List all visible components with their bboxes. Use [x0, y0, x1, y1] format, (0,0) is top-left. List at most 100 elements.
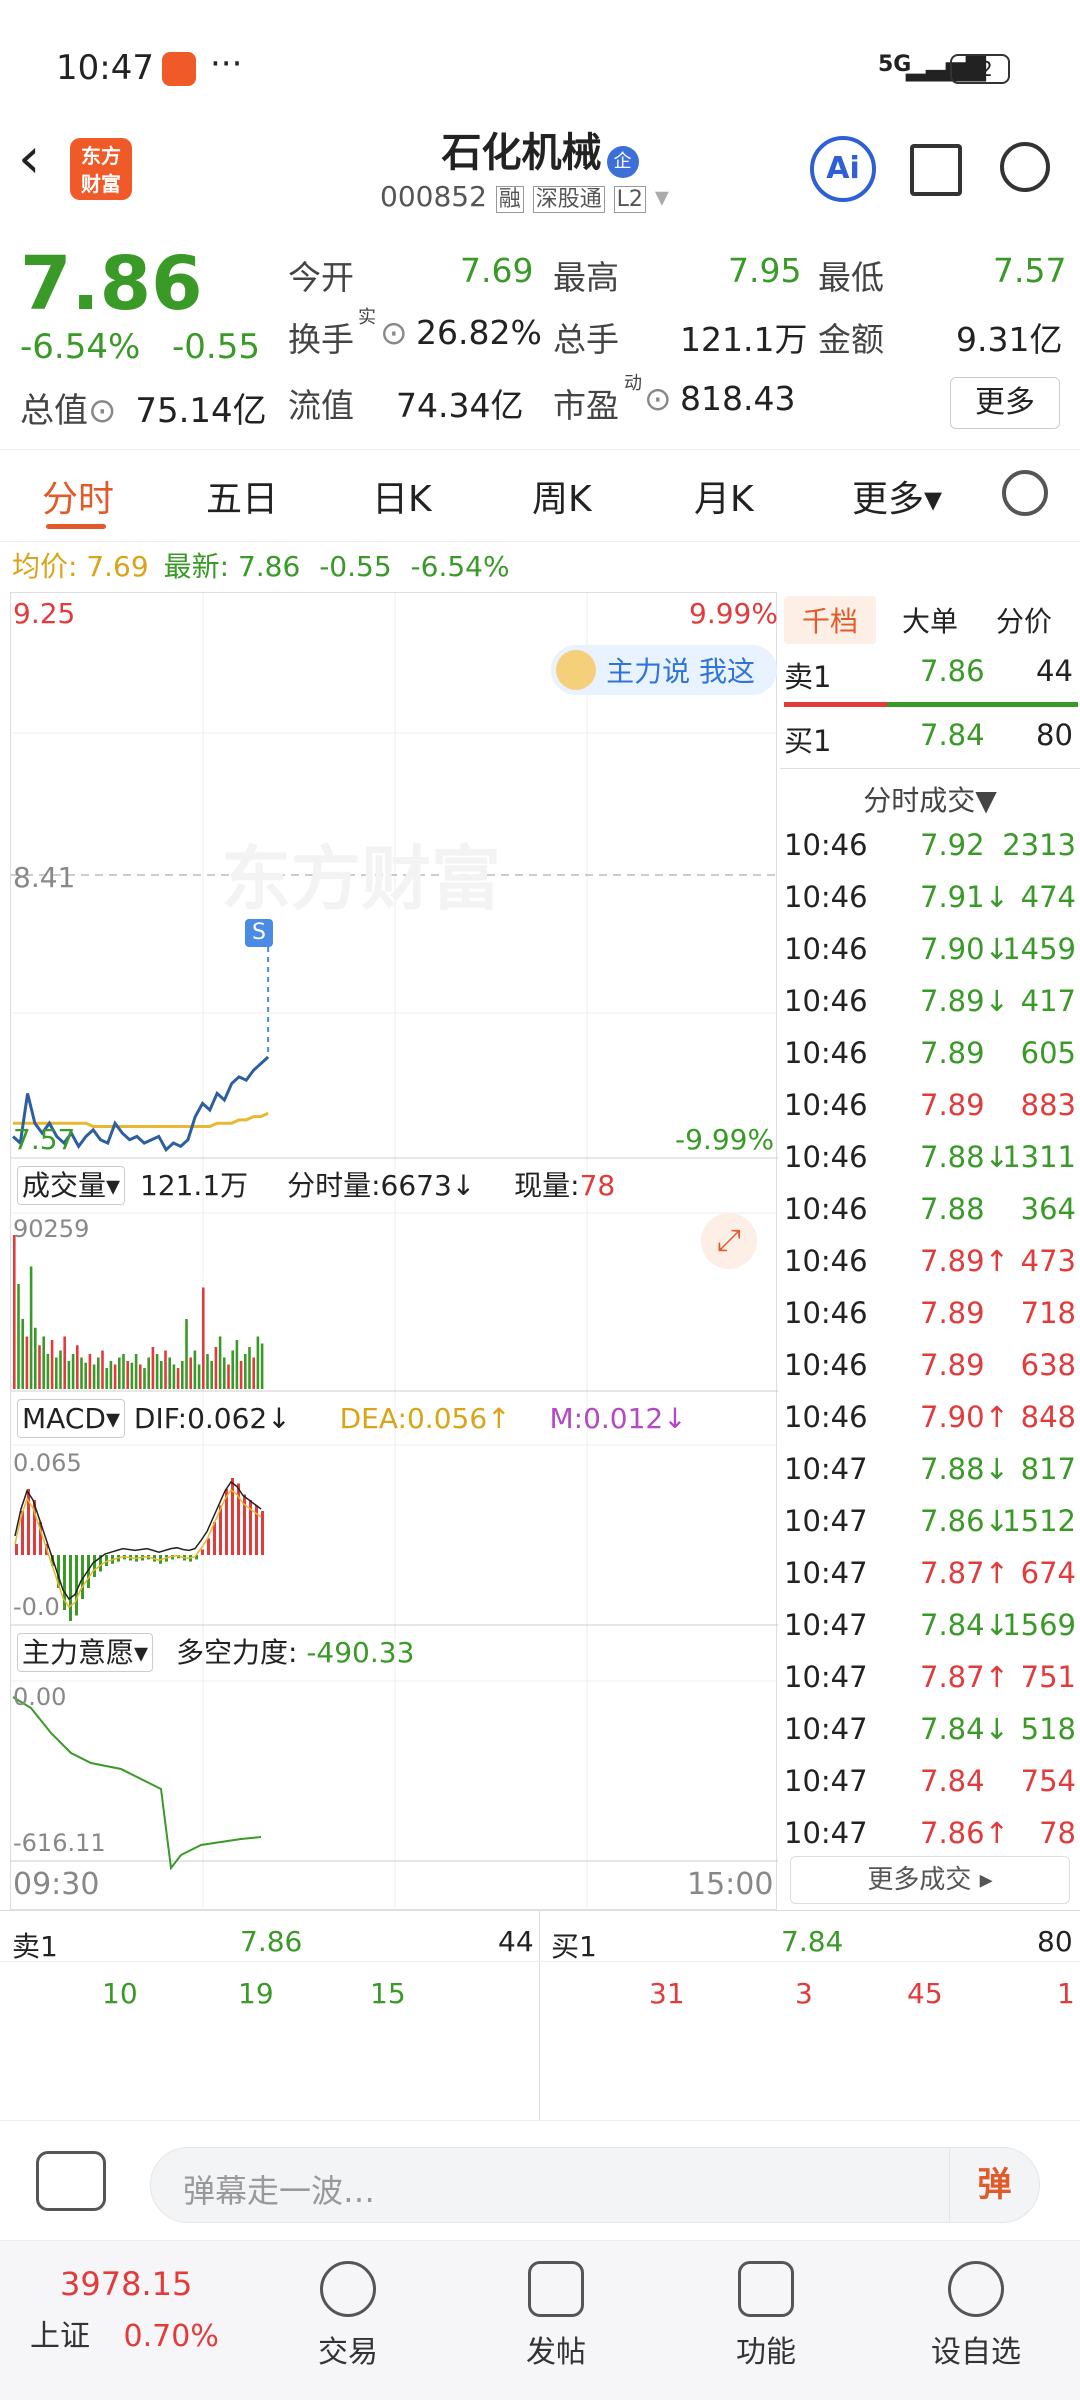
- dock-buy-order: 45: [907, 1977, 943, 2010]
- fs-value: 6673↓: [380, 1169, 476, 1202]
- tick-time: 10:47: [784, 1452, 868, 1486]
- company-badge: 企: [606, 145, 639, 178]
- notes-icon[interactable]: [36, 2151, 106, 2211]
- tab-five-day[interactable]: 五日: [206, 470, 278, 522]
- tick-row: 10:46 7.92 2313: [780, 822, 1080, 874]
- ticks-title[interactable]: 分时成交▼: [780, 768, 1080, 819]
- open-label: 今开: [288, 258, 354, 297]
- dock-buy-order: 3: [795, 1977, 813, 2010]
- share-icon[interactable]: [910, 144, 962, 196]
- ai-icon[interactable]: Ai: [810, 136, 876, 202]
- turnover-sup: 实: [358, 307, 376, 328]
- zl-header: 主力意愿▾ 多空力度: -490.33: [11, 1626, 778, 1680]
- side-tabs: 千档 大单 分价: [780, 592, 1080, 644]
- tick-price: 7.89: [920, 1348, 985, 1382]
- settings-gear-icon[interactable]: [1002, 470, 1048, 516]
- more-ticks-button[interactable]: 更多成交 ▸: [790, 1856, 1070, 1904]
- tick-row: 10:47 7.88↓ 817: [780, 1446, 1080, 1498]
- price-summary-line: 均价: 7.69 最新: 7.86 -0.55 -6.54%: [12, 545, 510, 585]
- danmu-placeholder: 弹幕走一波…: [183, 2172, 376, 2210]
- nav-trade[interactable]: 交易: [278, 2261, 418, 2371]
- nav-add-watchlist[interactable]: 设自选: [906, 2261, 1046, 2371]
- expand-caret-icon[interactable]: ▾: [655, 180, 669, 213]
- volume-bar: [239, 1361, 243, 1389]
- volume-bar: [59, 1350, 62, 1389]
- tick-volume: 518: [1020, 1712, 1076, 1746]
- search-icon[interactable]: [1000, 142, 1050, 192]
- tag-connect: 深股通: [532, 186, 605, 213]
- more-button[interactable]: 更多: [950, 377, 1060, 429]
- time-start: 09:30: [13, 1867, 100, 1902]
- mcap-value: 75.14亿: [135, 391, 267, 431]
- danmu-send-button[interactable]: 弹: [949, 2148, 1039, 2222]
- tab-daily-k[interactable]: 日K: [372, 470, 432, 522]
- tab-monthly-k[interactable]: 月K: [694, 470, 754, 522]
- tick-price: 7.89: [920, 1036, 985, 1070]
- bottom-nav: 3978.15 上证 0.70% 交易 发帖 功能 设自选: [0, 2240, 1080, 2400]
- volume-indicator-select[interactable]: 成交量▾: [17, 1166, 126, 1205]
- info-icon[interactable]: ⊙: [88, 391, 117, 431]
- volume-bar: [181, 1361, 184, 1389]
- nav-features[interactable]: 功能: [696, 2261, 836, 2371]
- volume-bar: [34, 1327, 37, 1389]
- intraday-chart[interactable]: 东方财富 9.25 8.41 7.57 9.99% -9.99% 主力说 我这 …: [10, 592, 778, 1911]
- dock-sell-order: 15: [370, 1977, 406, 2010]
- features-grid-icon: [738, 2261, 794, 2317]
- tick-price: 7.84↓: [920, 1608, 1009, 1642]
- avg-label: 均价:: [12, 550, 78, 583]
- side-tab-depth[interactable]: 千档: [784, 596, 877, 644]
- more-dots-icon: [948, 2261, 1004, 2317]
- dock-sell-label: 卖1: [12, 1930, 58, 1963]
- volume-bar: [63, 1336, 66, 1389]
- index-ticker[interactable]: 3978.15 上证 0.70%: [30, 2251, 250, 2355]
- tick-volume: 605: [1020, 1036, 1076, 1070]
- danmu-input[interactable]: 弹幕走一波… 弹: [150, 2147, 1040, 2223]
- dif-value: DIF:0.062↓: [133, 1402, 291, 1435]
- sell-marker[interactable]: S: [245, 919, 273, 947]
- tick-time: 10:46: [784, 1348, 868, 1382]
- volume-bar: [38, 1345, 41, 1389]
- index-name: 上证: [30, 2319, 90, 2354]
- code-line: 000852 融 深股通 L2 ▾: [380, 180, 669, 213]
- tick-volume: 474: [1020, 880, 1076, 914]
- volume-bar: [50, 1340, 54, 1389]
- volume-bar: [185, 1319, 188, 1389]
- volume-bar: [126, 1361, 129, 1389]
- turnover-info-icon[interactable]: ⊙: [380, 313, 408, 352]
- volume-bar: [256, 1336, 260, 1389]
- banner-avatar-icon: [556, 650, 596, 690]
- status-bar: 10:47 ··· 5G ▂▃▅▇ 22: [0, 0, 1080, 110]
- dock-sell-total: 44: [498, 1925, 534, 1958]
- dock-sell-price: 7.86: [240, 1925, 303, 1958]
- tick-time: 10:47: [784, 1660, 868, 1694]
- tab-more[interactable]: 更多▾: [852, 470, 942, 522]
- side-tab-big[interactable]: 大单: [902, 600, 958, 640]
- mcap-label: 总值: [20, 391, 88, 431]
- zl-indicator-select[interactable]: 主力意愿▾: [17, 1633, 154, 1672]
- macd-top-label: 0.065: [13, 1449, 82, 1477]
- tab-weekly-k[interactable]: 周K: [532, 470, 592, 522]
- volume-bar: [168, 1357, 171, 1389]
- volume-bar: [160, 1361, 163, 1389]
- volume-bar: [155, 1354, 159, 1389]
- post-edit-icon: [528, 2261, 584, 2317]
- volume-bar: [223, 1357, 226, 1389]
- volume-bar: [97, 1357, 100, 1389]
- nav-post[interactable]: 发帖: [486, 2261, 626, 2371]
- tab-intraday[interactable]: 分时: [42, 470, 114, 522]
- stock-code: 000852: [380, 180, 487, 213]
- vol-label: 成交量: [22, 1169, 107, 1202]
- tick-row: 10:46 7.89↓ 417: [780, 978, 1080, 1030]
- amount-value: 9.31亿: [956, 320, 1063, 359]
- volume-header: 成交量▾ 121.1万 分时量:6673↓ 现量:78: [11, 1159, 778, 1213]
- pe-info-icon[interactable]: ⊙: [644, 379, 672, 418]
- tick-volume: 1512: [1002, 1504, 1076, 1538]
- dock-sell-order: 19: [238, 1977, 274, 2010]
- tick-price: 7.87↑: [920, 1556, 1009, 1590]
- tick-volume: 883: [1020, 1088, 1076, 1122]
- main-force-banner[interactable]: 主力说 我这: [551, 645, 777, 695]
- expand-icon[interactable]: ⤢: [701, 1213, 757, 1269]
- macd-indicator-select[interactable]: MACD▾: [17, 1399, 125, 1438]
- dea-value: DEA:0.056↑: [339, 1402, 511, 1435]
- side-tab-price[interactable]: 分价: [996, 600, 1052, 640]
